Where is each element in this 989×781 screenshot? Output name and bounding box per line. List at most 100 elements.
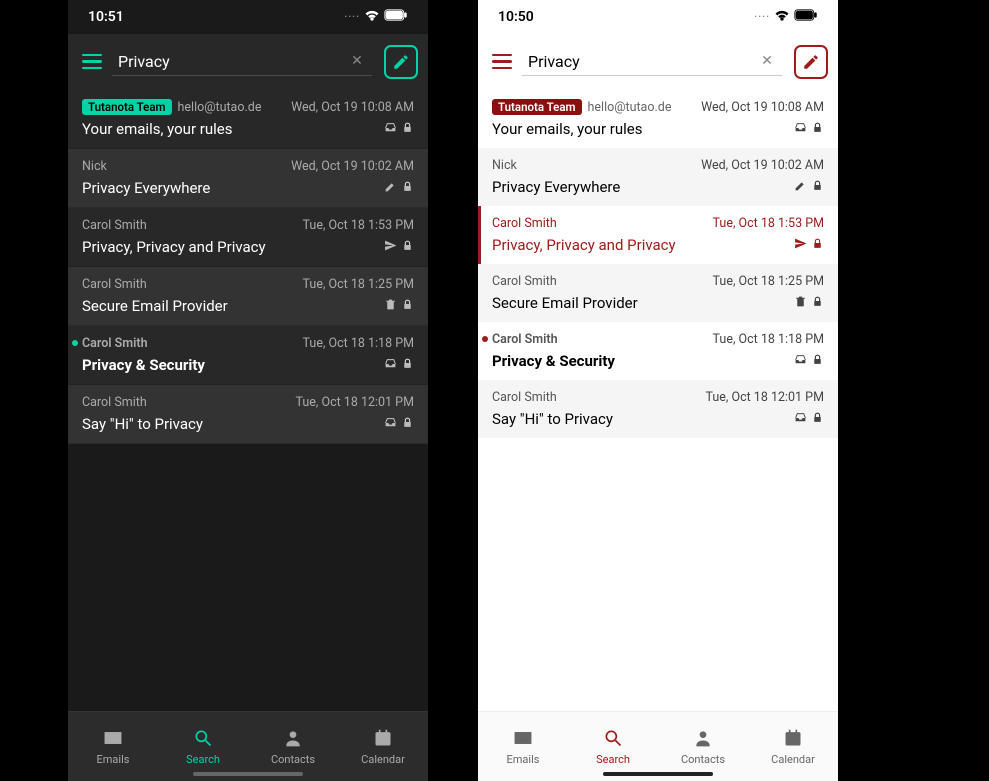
mail-icon — [103, 728, 123, 751]
email-state-icons — [794, 235, 824, 254]
email-list[interactable]: Tutanota Team hello@tutao.de Wed, Oct 19 … — [68, 89, 428, 711]
email-date: Wed, Oct 19 10:08 AM — [291, 100, 414, 115]
email-state-icons — [794, 409, 824, 428]
nav-label: Search — [186, 753, 220, 766]
menu-button[interactable] — [78, 48, 106, 76]
email-sender: Carol Smith — [492, 216, 557, 231]
email-subject: Say "Hi" to Privacy — [82, 415, 203, 433]
sent-icon — [384, 237, 397, 256]
sender-badge: Tutanota Team — [492, 99, 582, 115]
compose-button[interactable] — [794, 45, 828, 79]
email-row[interactable]: Tutanota Team hello@tutao.de Wed, Oct 19 … — [68, 89, 428, 149]
email-row[interactable]: Carol Smith Tue, Oct 18 1:53 PM Privacy,… — [68, 208, 428, 267]
sender-email: hello@tutao.de — [178, 100, 262, 115]
email-sender: Tutanota Team hello@tutao.de — [82, 99, 261, 115]
lock-icon — [401, 178, 414, 197]
draft-icon — [384, 178, 397, 197]
nav-contacts[interactable]: Contacts — [248, 712, 338, 781]
nav-label: Emails — [97, 753, 130, 766]
email-date: Tue, Oct 18 1:53 PM — [713, 216, 824, 231]
bottom-nav: Emails Search Contacts Calendar — [68, 711, 428, 781]
email-list[interactable]: Tutanota Team hello@tutao.de Wed, Oct 19 … — [478, 89, 838, 711]
email-row[interactable]: Nick Wed, Oct 19 10:02 AM Privacy Everyw… — [478, 148, 838, 206]
search-value[interactable]: Privacy — [528, 52, 758, 71]
person-icon — [283, 728, 303, 751]
email-subject: Your emails, your rules — [82, 120, 232, 138]
lock-icon — [401, 119, 414, 138]
email-date: Wed, Oct 19 10:02 AM — [701, 158, 824, 173]
email-row[interactable]: Carol Smith Tue, Oct 18 1:18 PM Privacy … — [478, 322, 838, 380]
email-state-icons — [384, 414, 414, 433]
cellular-icon: ···· — [754, 12, 770, 23]
menu-button[interactable] — [488, 48, 516, 76]
sender-email: hello@tutao.de — [588, 100, 672, 115]
email-date: Tue, Oct 18 1:18 PM — [303, 336, 414, 351]
email-subject: Privacy, Privacy and Privacy — [82, 238, 266, 256]
inbox-icon — [384, 119, 397, 138]
email-date: Tue, Oct 18 1:18 PM — [713, 332, 824, 347]
email-state-icons — [794, 293, 824, 312]
lock-icon — [401, 414, 414, 433]
nav-contacts[interactable]: Contacts — [658, 712, 748, 781]
lock-icon — [811, 177, 824, 196]
home-indicator[interactable] — [193, 772, 303, 776]
battery-icon — [794, 9, 818, 25]
home-indicator[interactable] — [603, 772, 713, 776]
nav-label: Search — [596, 753, 630, 766]
search-input[interactable]: Privacy ✕ — [522, 48, 782, 76]
email-row[interactable]: Tutanota Team hello@tutao.de Wed, Oct 19 … — [478, 89, 838, 148]
email-sender: Tutanota Team hello@tutao.de — [492, 99, 671, 115]
mail-icon — [513, 728, 533, 751]
email-row[interactable]: Carol Smith Tue, Oct 18 12:01 PM Say "Hi… — [478, 380, 838, 438]
email-date: Tue, Oct 18 1:25 PM — [303, 277, 414, 292]
person-icon — [693, 728, 713, 751]
email-row[interactable]: Carol Smith Tue, Oct 18 1:18 PM Privacy … — [68, 326, 428, 385]
email-sender: Carol Smith — [492, 332, 558, 347]
email-row[interactable]: Nick Wed, Oct 19 10:02 AM Privacy Everyw… — [68, 149, 428, 208]
email-date: Tue, Oct 18 12:01 PM — [706, 390, 824, 405]
trash-icon — [384, 296, 397, 315]
email-state-icons — [384, 355, 414, 374]
status-icons: ···· — [344, 7, 408, 27]
email-row[interactable]: Carol Smith Tue, Oct 18 1:25 PM Secure E… — [68, 267, 428, 326]
email-state-icons — [794, 351, 824, 370]
battery-icon — [384, 9, 408, 25]
nav-emails[interactable]: Emails — [68, 712, 158, 781]
calendar-icon — [373, 728, 393, 751]
email-sender: Carol Smith — [492, 274, 557, 289]
email-row[interactable]: Carol Smith Tue, Oct 18 1:25 PM Secure E… — [478, 264, 838, 322]
status-time: 10:51 — [88, 9, 124, 25]
clear-search-icon[interactable]: ✕ — [758, 52, 776, 70]
email-sender: Carol Smith — [82, 277, 147, 292]
nav-calendar[interactable]: Calendar — [748, 712, 838, 781]
lock-icon — [811, 409, 824, 428]
email-sender: Nick — [82, 159, 107, 174]
inbox-icon — [794, 409, 807, 428]
email-date: Wed, Oct 19 10:02 AM — [291, 159, 414, 174]
email-state-icons — [384, 178, 414, 197]
lock-icon — [811, 119, 824, 138]
compose-button[interactable] — [384, 45, 418, 79]
nav-search[interactable]: Search — [568, 712, 658, 781]
email-state-icons — [384, 119, 414, 138]
nav-label: Calendar — [361, 753, 405, 766]
sent-icon — [794, 235, 807, 254]
unread-dot-icon — [72, 340, 78, 346]
search-value[interactable]: Privacy — [118, 52, 348, 71]
sender-badge: Tutanota Team — [82, 99, 172, 115]
email-date: Tue, Oct 18 1:53 PM — [303, 218, 414, 233]
email-subject: Privacy & Security — [492, 352, 615, 370]
nav-emails[interactable]: Emails — [478, 712, 568, 781]
clear-search-icon[interactable]: ✕ — [348, 52, 366, 70]
email-row[interactable]: Carol Smith Tue, Oct 18 1:53 PM Privacy,… — [478, 206, 838, 264]
wifi-icon — [364, 7, 380, 27]
nav-label: Calendar — [771, 753, 815, 766]
nav-search[interactable]: Search — [158, 712, 248, 781]
nav-calendar[interactable]: Calendar — [338, 712, 428, 781]
email-date: Tue, Oct 18 1:25 PM — [713, 274, 824, 289]
email-sender: Carol Smith — [82, 395, 147, 410]
email-date: Wed, Oct 19 10:08 AM — [701, 100, 824, 115]
calendar-icon — [783, 728, 803, 751]
email-row[interactable]: Carol Smith Tue, Oct 18 12:01 PM Say "Hi… — [68, 385, 428, 444]
search-input[interactable]: Privacy ✕ — [112, 48, 372, 76]
